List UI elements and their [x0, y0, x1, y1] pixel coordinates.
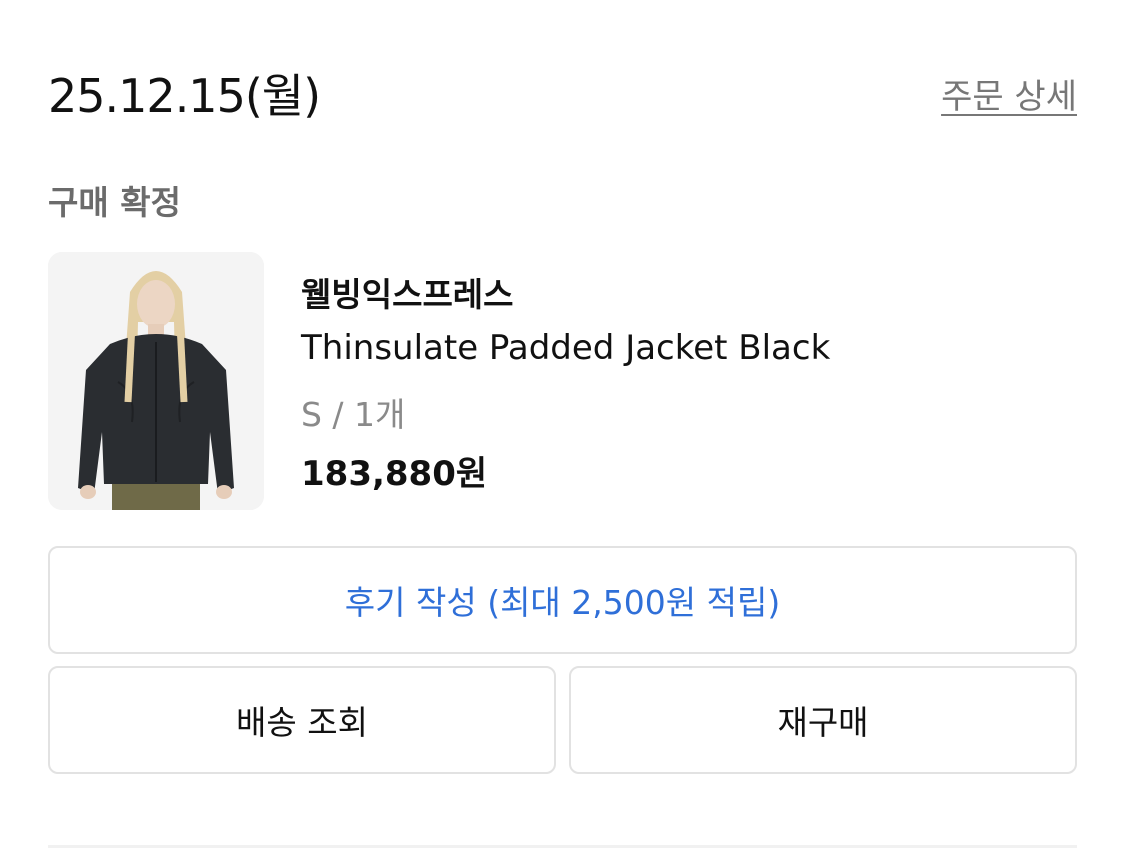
product-thumbnail[interactable]: [48, 252, 264, 510]
product-brand[interactable]: 웰빙익스프레스: [301, 268, 514, 316]
order-card: 25.12.15(월) 주문 상세 구매 확정 웰빙익스프레스 Thinsula…: [0, 0, 1125, 860]
rebuy-button[interactable]: 재구매: [569, 666, 1077, 774]
order-date: 25.12.15(월): [48, 69, 321, 123]
write-review-button[interactable]: 후기 작성 (최대 2,500원 적립): [48, 546, 1077, 654]
product-price: 183,880원: [301, 454, 488, 494]
product-item[interactable]: 웰빙익스프레스 Thinsulate Padded Jacket Black S…: [48, 252, 1077, 510]
product-image: [48, 252, 264, 510]
product-option: S / 1개: [301, 395, 406, 434]
order-header: 25.12.15(월) 주문 상세: [48, 58, 1077, 128]
order-detail-link[interactable]: 주문 상세: [941, 69, 1077, 118]
product-name[interactable]: Thinsulate Padded Jacket Black: [301, 328, 830, 368]
section-divider: [48, 845, 1077, 848]
track-delivery-button[interactable]: 배송 조회: [48, 666, 556, 774]
order-status: 구매 확정: [48, 183, 181, 222]
